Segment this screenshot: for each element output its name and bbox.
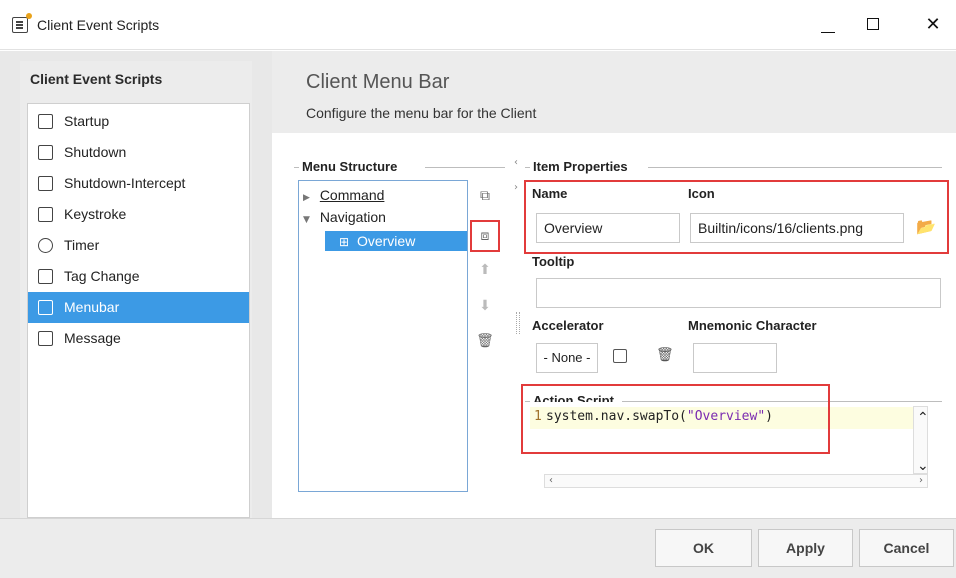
- sidebar-item-label: Keystroke: [64, 206, 127, 222]
- menubar-icon: [38, 300, 53, 315]
- minimize-button[interactable]: [804, 0, 850, 50]
- horizontal-scrollbar[interactable]: ‹ ›: [544, 474, 928, 488]
- apply-button[interactable]: Apply: [758, 529, 853, 567]
- sidebar-item-tag-change[interactable]: Tag Change: [28, 261, 249, 292]
- tree-item-navigation[interactable]: ▼ Navigation: [303, 207, 467, 227]
- keyboard-icon[interactable]: [613, 349, 627, 363]
- maximize-button[interactable]: [850, 0, 896, 50]
- close-icon: ✕: [925, 14, 941, 35]
- tree-item-overview[interactable]: ⊞ Overview: [325, 231, 467, 251]
- highlight-add-item: [470, 220, 500, 252]
- app-icon: [12, 13, 32, 33]
- divider: [648, 167, 942, 168]
- timer-icon: [38, 238, 53, 253]
- scroll-left-icon[interactable]: ‹: [549, 475, 553, 486]
- scroll-right-icon[interactable]: ›: [919, 475, 923, 486]
- menu-structure-tree[interactable]: ▶ Command ▼ Navigation ⊞ Overview: [298, 180, 468, 492]
- main-area: Client Event Scripts Startup Shutdown Sh…: [0, 51, 956, 518]
- sidebar-item-label: Menubar: [64, 299, 120, 315]
- add-menu-button[interactable]: ⧉: [474, 185, 496, 207]
- collapse-left-icon[interactable]: ‹: [514, 157, 518, 168]
- shutdown-intercept-icon: [38, 176, 53, 191]
- scroll-up-icon[interactable]: ⌃: [917, 409, 929, 426]
- trash-icon: 🗑: [476, 333, 494, 349]
- message-icon: [38, 331, 53, 346]
- sidebar-item-keystroke[interactable]: Keystroke: [28, 199, 249, 230]
- minimize-icon: [821, 32, 835, 33]
- sidebar-item-label: Tag Change: [64, 268, 140, 284]
- content-pane: Client Menu Bar Configure the menu bar f…: [272, 51, 956, 518]
- mnemonic-label: Mnemonic Character: [688, 318, 817, 333]
- sidebar-item-shutdown[interactable]: Shutdown: [28, 137, 249, 168]
- sidebar-title: Client Event Scripts: [30, 71, 163, 87]
- clear-accelerator-icon[interactable]: 🗑: [656, 347, 674, 363]
- maximize-icon: [867, 18, 879, 30]
- page-subtitle: Configure the menu bar for the Client: [306, 105, 537, 121]
- collapse-right-icon[interactable]: ›: [514, 182, 518, 193]
- arrow-down-icon: ⬇: [479, 298, 491, 314]
- mnemonic-field[interactable]: [693, 343, 777, 373]
- menu-item-icon: ⊞: [339, 235, 350, 249]
- sidebar-list: Startup Shutdown Shutdown-Intercept Keys…: [27, 103, 250, 518]
- tag-change-icon: [38, 269, 53, 284]
- sidebar-item-menubar[interactable]: Menubar: [28, 292, 249, 323]
- delete-item-button[interactable]: 🗑: [474, 330, 496, 352]
- shutdown-icon: [38, 145, 53, 160]
- highlight-action-script: [521, 384, 830, 454]
- dialog-footer: OK Apply Cancel: [0, 518, 956, 578]
- keystroke-icon: [38, 207, 53, 222]
- close-button[interactable]: ✕: [910, 0, 956, 50]
- move-down-button[interactable]: ⬇: [474, 295, 496, 317]
- title-bar: Client Event Scripts ✕: [0, 0, 956, 50]
- tooltip-field[interactable]: [536, 278, 941, 308]
- vertical-scrollbar[interactable]: ⌃ ⌄: [913, 406, 929, 474]
- sidebar-item-startup[interactable]: Startup: [28, 106, 249, 137]
- sidebar-item-shutdown-intercept[interactable]: Shutdown-Intercept: [28, 168, 249, 199]
- divider: [425, 167, 505, 168]
- sidebar-item-timer[interactable]: Timer: [28, 230, 249, 261]
- tree-item-label: Overview: [356, 233, 416, 249]
- sidebar-item-message[interactable]: Message: [28, 323, 249, 354]
- page-header: Client Menu Bar Configure the menu bar f…: [272, 51, 956, 133]
- sidebar-item-label: Shutdown: [64, 144, 127, 160]
- sidebar-item-label: Startup: [64, 113, 110, 129]
- move-up-button[interactable]: ⬆: [474, 259, 496, 281]
- expand-icon[interactable]: ▶: [303, 193, 310, 203]
- sidebar-item-label: Shutdown-Intercept: [64, 175, 186, 191]
- cancel-button[interactable]: Cancel: [859, 529, 954, 567]
- sidebar: Client Event Scripts Startup Shutdown Sh…: [20, 61, 252, 518]
- arrow-up-icon: ⬆: [479, 262, 491, 278]
- item-properties-label: Item Properties: [530, 159, 631, 174]
- startup-icon: [38, 114, 53, 129]
- window-title: Client Event Scripts: [37, 17, 160, 33]
- tree-item-command[interactable]: ▶ Command: [303, 185, 467, 205]
- collapse-icon[interactable]: ▼: [303, 215, 310, 225]
- splitter-grip[interactable]: [516, 312, 520, 334]
- sidebar-item-label: Message: [64, 330, 121, 346]
- ok-button[interactable]: OK: [655, 529, 752, 567]
- menu-structure-label: Menu Structure: [299, 159, 401, 174]
- page-title: Client Menu Bar: [306, 71, 450, 93]
- tooltip-label: Tooltip: [532, 254, 575, 269]
- accelerator-button[interactable]: - None -: [536, 343, 598, 373]
- scroll-down-icon[interactable]: ⌄: [917, 457, 929, 474]
- tree-item-label: Command: [319, 187, 385, 203]
- accelerator-label: Accelerator: [532, 318, 604, 333]
- add-menu-icon: ⧉: [480, 188, 490, 204]
- tree-item-label: Navigation: [319, 209, 386, 225]
- sidebar-item-label: Timer: [64, 237, 100, 253]
- highlight-name-icon: [524, 180, 949, 254]
